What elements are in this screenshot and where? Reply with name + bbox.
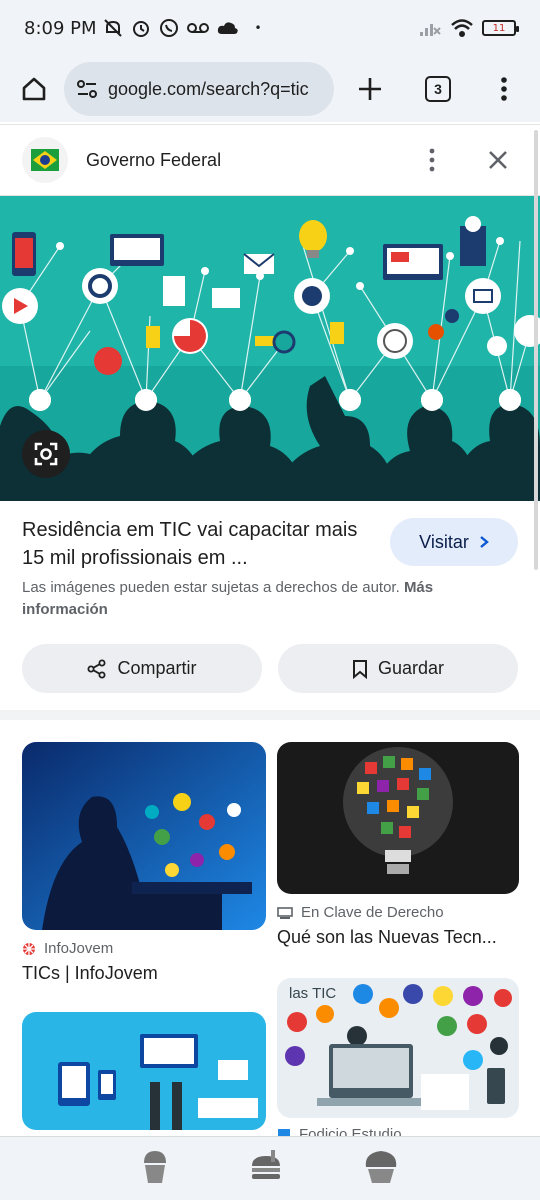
whatsapp-icon — [159, 19, 178, 37]
related-thumbnail[interactable] — [22, 742, 266, 930]
bottom-navigation — [0, 1136, 540, 1200]
tab-count: 3 — [425, 76, 451, 102]
source-header: Governo Federal — [0, 124, 540, 196]
bookmark-icon — [352, 659, 367, 679]
chevron-right-icon — [480, 536, 489, 548]
nav-burger-button[interactable] — [249, 1150, 283, 1187]
related-card[interactable] — [22, 1012, 266, 1130]
more-vert-icon — [501, 77, 507, 101]
status-bar: 8:09 PM • 11 — [0, 0, 540, 56]
related-card[interactable]: InfoJovem TICs | InfoJovem — [22, 742, 266, 984]
muffin-icon — [366, 1151, 397, 1183]
alarm-icon — [132, 21, 149, 37]
share-icon — [87, 659, 106, 678]
no-signal-icon — [420, 24, 441, 36]
hero-image[interactable] — [0, 196, 540, 501]
en-clave-logo-icon — [277, 906, 293, 919]
voicemail-icon — [186, 23, 209, 33]
related-overlay-text: las TIC — [289, 985, 336, 1002]
browser-toolbar: google.com/search?q=tic 3 — [0, 56, 540, 122]
card-source-name: InfoJovem — [44, 940, 114, 957]
share-label: Compartir — [117, 658, 197, 678]
card-source-name: En Clave de Derecho — [301, 904, 444, 921]
save-button[interactable]: Guardar — [278, 644, 518, 693]
home-button[interactable] — [14, 69, 54, 109]
nav-cupcake-button[interactable] — [140, 1147, 170, 1190]
copyright-text: Las imágenes pueden estar sujetas a dere… — [22, 579, 400, 596]
more-vert-icon — [429, 148, 435, 172]
card-title[interactable]: Qué son las Nuevas Tecn... — [277, 927, 519, 948]
infojovem-logo-icon — [23, 942, 35, 955]
related-thumbnail[interactable]: las TIC — [277, 978, 519, 1118]
url-text: google.com/search?q=tic — [108, 78, 309, 99]
close-icon — [489, 151, 507, 169]
status-time: 8:09 PM — [24, 17, 97, 39]
burger-icon — [251, 1150, 280, 1179]
scrollbar[interactable] — [534, 130, 538, 570]
related-card[interactable]: En Clave de Derecho Qué son las Nuevas T… — [277, 742, 519, 948]
plus-icon — [359, 78, 381, 100]
status-icons-left: • — [103, 18, 262, 38]
card-title[interactable]: TICs | InfoJovem — [22, 963, 266, 984]
cupcake-icon — [143, 1151, 166, 1183]
cloud-icon — [217, 22, 238, 34]
google-lens-button[interactable] — [22, 430, 70, 478]
new-tab-button[interactable] — [350, 69, 390, 109]
share-button[interactable]: Compartir — [22, 644, 262, 693]
card-source: En Clave de Derecho — [277, 904, 519, 921]
status-icons-right: 11 — [418, 18, 519, 38]
tab-switcher-button[interactable]: 3 — [418, 69, 458, 109]
source-menu-button[interactable] — [412, 140, 452, 180]
related-card[interactable]: las TIC Fodicio Estudio — [277, 978, 519, 1143]
related-thumbnail[interactable] — [277, 742, 519, 894]
wifi-icon — [451, 19, 473, 37]
dot-icon: • — [254, 21, 262, 35]
close-button[interactable] — [478, 140, 518, 180]
visit-label: Visitar — [419, 531, 469, 552]
url-bar[interactable]: google.com/search?q=tic — [64, 62, 334, 116]
card-source: InfoJovem — [22, 940, 266, 957]
save-label: Guardar — [377, 658, 445, 678]
related-thumbnail[interactable] — [22, 1012, 266, 1130]
result-title[interactable]: Residência em TIC vai capacitar mais 15 … — [22, 516, 362, 572]
battery-icon: 11 — [482, 20, 519, 36]
hero-illustration — [0, 196, 540, 501]
brazil-flag-icon — [22, 137, 68, 183]
mute-icon — [103, 19, 122, 37]
battery-level: 11 — [492, 22, 506, 34]
site-settings-icon[interactable] — [76, 78, 98, 100]
visit-button[interactable]: Visitar — [390, 518, 518, 566]
section-divider — [0, 710, 540, 720]
browser-menu-button[interactable] — [484, 69, 524, 109]
lens-icon — [34, 442, 58, 466]
home-icon — [22, 77, 46, 101]
source-name: Governo Federal — [86, 149, 222, 170]
copyright-notice: Las imágenes pueden estar sujetas a dere… — [22, 577, 502, 621]
nav-muffin-button[interactable] — [362, 1147, 400, 1190]
